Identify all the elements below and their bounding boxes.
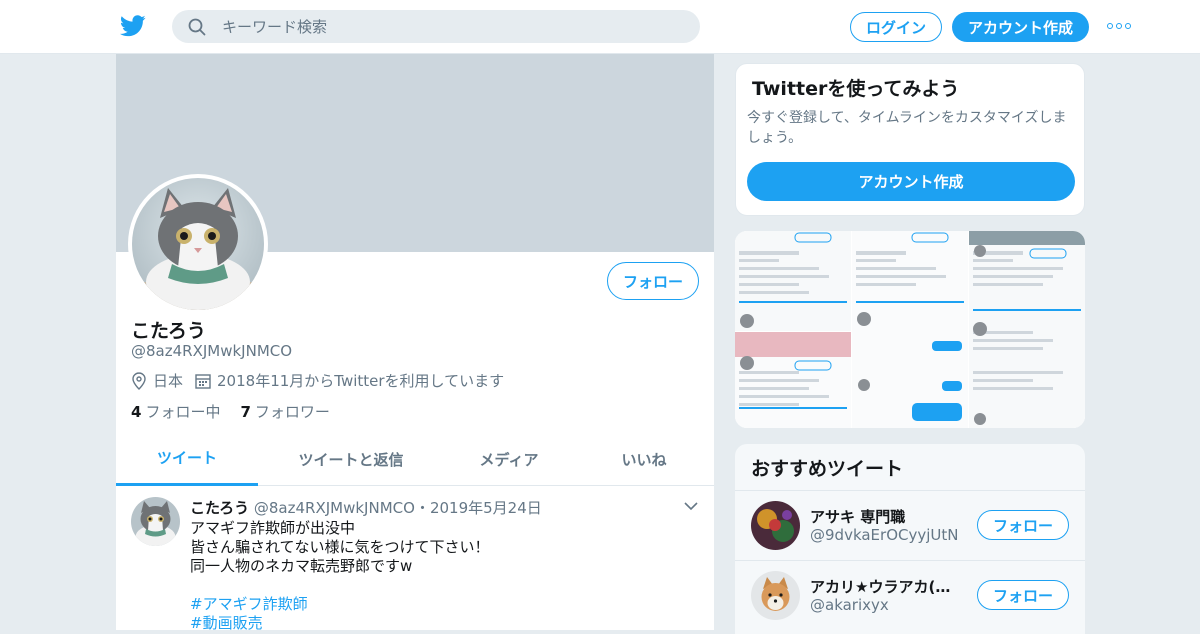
- follow-button[interactable]: フォロー: [977, 510, 1069, 540]
- tweet-header: こたろう @8az4RXJMwkJNMCO・2019年5月24日: [190, 497, 542, 518]
- hashtag-link[interactable]: #動画販売: [190, 614, 690, 633]
- tweet-line: 同一人物のネカマ転売野郎ですw: [190, 557, 413, 575]
- tab-tweets[interactable]: ツイート: [116, 432, 258, 486]
- tweet-author-handle[interactable]: @8az4RXJMwkJNMCO: [254, 499, 415, 517]
- recommended-item[interactable]: アカリ★ウラアカ(前… @akarixyx フォロー: [735, 560, 1085, 630]
- recommended-accounts: おすすめツイート アサキ 専門職 @9dvkaErOCyyjUtN フォロー ア…: [735, 444, 1085, 634]
- tweet-text: アマギフ詐欺師が出没中 皆さん騙されてない様に気をつけて下さい！ 同一人物のネカ…: [190, 519, 690, 633]
- following-count: 4: [131, 403, 142, 421]
- followers-count: 7: [240, 403, 251, 421]
- tab-tweets-and-replies[interactable]: ツイートと返信: [258, 432, 444, 486]
- recommended-name[interactable]: アカリ★ウラアカ(前…: [810, 576, 965, 597]
- following-link[interactable]: 4 フォロー中: [131, 401, 220, 422]
- tweet-line: アマギフ詐欺師が出没中: [190, 519, 356, 537]
- hashtag-link[interactable]: #アマギフ詐欺師: [190, 595, 690, 614]
- twitter-bird-icon[interactable]: [120, 14, 146, 38]
- profile-avatar-frame: [128, 174, 268, 314]
- tweet-author-name[interactable]: こたろう: [190, 499, 249, 517]
- following-label: フォロー中: [145, 403, 221, 421]
- tweet-separator: ・: [414, 499, 430, 517]
- search-input[interactable]: [222, 10, 682, 43]
- top-navigation-bar: ログイン アカウント作成: [0, 0, 1200, 54]
- profile-meta: 日本 2018年11月からTwitterを利用しています: [131, 370, 504, 391]
- avatar[interactable]: [751, 501, 800, 550]
- search-icon: [188, 18, 206, 36]
- signup-card: Twitterを使ってみよう 今すぐ登録して、タイムラインをカスタマイズしましょ…: [735, 63, 1085, 216]
- more-icon[interactable]: [1107, 23, 1131, 31]
- followers-label: フォロワー: [254, 403, 330, 421]
- profile-tabs: ツイート ツイートと返信 メディア いいね: [116, 432, 714, 486]
- tweet-date[interactable]: 2019年5月24日: [430, 499, 542, 517]
- recommended-handle: @akarixyx: [810, 596, 889, 614]
- followers-link[interactable]: 7 フォロワー: [240, 401, 329, 422]
- follow-button[interactable]: フォロー: [607, 262, 699, 300]
- follow-button[interactable]: フォロー: [977, 580, 1069, 610]
- location-pin-icon: [132, 371, 146, 390]
- tweet-line: [190, 576, 690, 595]
- profile-joined-date: 2018年11月からTwitterを利用しています: [217, 372, 505, 390]
- signup-card-title: Twitterを使ってみよう: [752, 78, 960, 100]
- tab-media[interactable]: メディア: [444, 432, 574, 486]
- avatar[interactable]: [751, 571, 800, 620]
- profile-handle: @8az4RXJMwkJNMCO: [131, 342, 293, 360]
- signup-card-text: 今すぐ登録して、タイムラインをカスタマイズしましょう。: [747, 110, 1067, 146]
- profile-location: 日本: [153, 372, 184, 390]
- tweet-line: 皆さん騙されてない様に気をつけて下さい！: [190, 538, 490, 556]
- tab-likes[interactable]: いいね: [574, 432, 714, 486]
- recommended-handle: @9dvkaErOCyyjUtN: [810, 526, 959, 544]
- profile-avatar[interactable]: [132, 178, 264, 310]
- follow-counts: 4 フォロー中 7 フォロワー: [131, 401, 330, 422]
- tweet-avatar[interactable]: [131, 497, 180, 546]
- profile-column: フォロー こたろう @8az4RXJMwkJNMCO 日本 2018年11月から…: [116, 54, 714, 633]
- media-grid[interactable]: [735, 231, 1085, 428]
- login-button[interactable]: ログイン: [850, 12, 942, 42]
- tweet[interactable]: こたろう @8az4RXJMwkJNMCO・2019年5月24日 アマギフ詐欺師…: [116, 487, 714, 633]
- recommended-title: おすすめツイート: [751, 458, 904, 480]
- recommended-item[interactable]: アサキ 専門職 @9dvkaErOCyyjUtN フォロー: [735, 490, 1085, 560]
- search-box[interactable]: [172, 10, 700, 43]
- calendar-icon: [195, 373, 211, 389]
- profile-name: こたろう: [131, 320, 206, 342]
- recommended-name[interactable]: アサキ 専門職: [810, 506, 965, 527]
- chevron-down-icon[interactable]: [684, 501, 698, 511]
- signup-card-button[interactable]: アカウント作成: [747, 162, 1075, 201]
- signup-button[interactable]: アカウント作成: [952, 12, 1089, 42]
